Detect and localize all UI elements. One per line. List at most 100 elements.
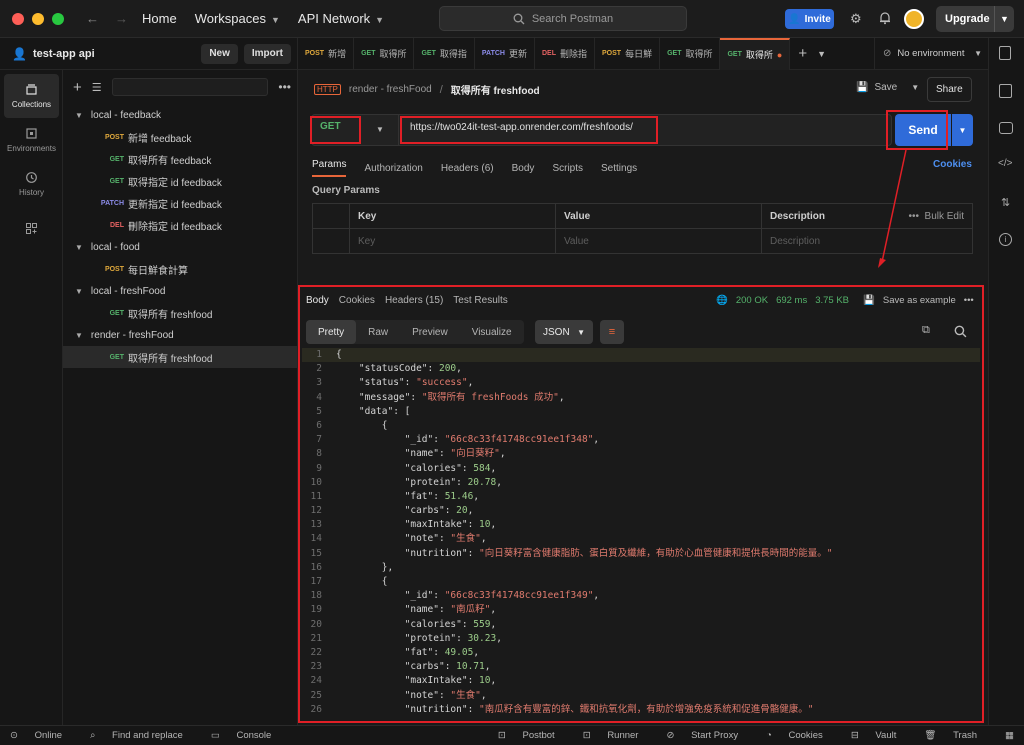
method-badge: GET xyxy=(109,309,124,317)
sidebar-filter-input[interactable] xyxy=(111,78,269,96)
code-token: , xyxy=(467,505,474,517)
new-tab-icon[interactable]: + xyxy=(798,45,807,62)
start-proxy-button[interactable]: ⊘ Start Proxy xyxy=(666,730,752,741)
filter-icon[interactable]: ☰ xyxy=(92,81,102,94)
sidebar-request[interactable]: DEL 刪除指定 id feedback xyxy=(63,214,297,236)
sidebar-request[interactable]: PATCH 更新指定 id feedback xyxy=(63,192,297,214)
tab-params[interactable]: Params xyxy=(312,159,347,177)
new-button[interactable]: New xyxy=(201,43,238,64)
trash-button[interactable]: 🗑 Trash xyxy=(924,730,991,741)
request-tab[interactable]: POST 新增 xyxy=(298,37,355,70)
param-value-input[interactable]: Value xyxy=(555,228,762,254)
send-options-chevron-icon[interactable]: ▼ xyxy=(952,114,973,146)
bulk-edit-link[interactable]: ••• Bulk Edit xyxy=(908,211,964,222)
request-tab[interactable]: GET 取得所 ● xyxy=(720,37,791,70)
request-tab[interactable]: POST 每日鮮 xyxy=(595,37,661,70)
sidebar-folder[interactable]: ▼ local - feedback xyxy=(63,104,297,126)
find-replace-button[interactable]: ⌕ Find and replace xyxy=(90,730,197,741)
sidebar-folder[interactable]: ▼ local - food xyxy=(63,236,297,258)
chevron-down-icon[interactable]: ▼ xyxy=(75,243,83,252)
maximize-window-button[interactable] xyxy=(52,12,64,25)
rail-environments[interactable]: Environments xyxy=(0,118,63,162)
import-button[interactable]: Import xyxy=(243,43,291,64)
request-tab[interactable]: GET 取得指 xyxy=(414,37,475,70)
postbot-button[interactable]: ⊡ Postbot xyxy=(498,730,569,741)
code-line: 3 "status": "success", xyxy=(302,376,980,390)
left-rail: Collections Environments History xyxy=(0,70,63,725)
tab-body[interactable]: Body xyxy=(512,163,535,174)
url-input[interactable]: https://two024it-test-app.onrender.com/f… xyxy=(410,122,633,133)
chevron-down-icon[interactable]: ▼ xyxy=(75,111,83,120)
request-tab[interactable]: DEL 刪除指 xyxy=(535,37,595,70)
sidebar-request[interactable]: GET 取得指定 id feedback xyxy=(63,170,297,192)
close-window-button[interactable] xyxy=(12,12,24,25)
sidebar-request[interactable]: GET 取得所有 feedback xyxy=(63,148,297,170)
rail-history[interactable]: History xyxy=(0,162,63,206)
upgrade-button[interactable]: Upgrade ▼ xyxy=(936,6,1014,32)
forward-arrow-icon[interactable]: → xyxy=(115,11,128,26)
settings-gear-icon[interactable]: ⚙ xyxy=(850,11,862,27)
sidebar-request[interactable]: POST 每日鮮食計算 xyxy=(63,258,297,280)
response-body[interactable]: 1{2 "statusCode": 200, 3 "status": "succe… xyxy=(302,348,980,720)
param-key-input[interactable]: Key xyxy=(349,228,556,254)
back-arrow-icon[interactable]: ← xyxy=(86,11,99,26)
cookies-button[interactable]: ◔ Cookies xyxy=(766,730,837,741)
chevron-down-icon[interactable]: ▼ xyxy=(75,287,83,296)
avatar[interactable] xyxy=(904,9,924,29)
sidebar-request[interactable]: GET 取得所有 freshfood xyxy=(63,302,297,324)
layout-toggle-icon[interactable]: ▦ xyxy=(1005,730,1014,741)
comments-icon[interactable] xyxy=(999,122,1013,134)
online-status[interactable]: ⊙ Online xyxy=(10,730,76,741)
request-title[interactable]: 取得所有 freshfood xyxy=(451,82,540,97)
workspaces-menu[interactable]: Workspaces ▼ xyxy=(195,11,280,26)
more-options-icon[interactable]: ••• xyxy=(278,80,291,94)
documentation-icon[interactable] xyxy=(999,84,1012,98)
send-button[interactable]: Send xyxy=(895,114,951,146)
request-tab[interactable]: GET 取得所 xyxy=(354,37,415,70)
tab-label: 取得所 xyxy=(745,50,773,60)
add-collection-icon[interactable]: + xyxy=(73,79,82,96)
request-tab[interactable]: GET 取得所 xyxy=(660,37,721,70)
console-button[interactable]: ▭ Console xyxy=(211,730,285,741)
code-snippet-icon[interactable]: </> xyxy=(998,158,1012,169)
sidebar-request[interactable]: GET 取得所有 freshfood xyxy=(63,346,297,368)
param-description-input[interactable]: Description xyxy=(761,228,973,254)
rail-more-apps[interactable] xyxy=(0,206,63,250)
info-icon[interactable]: i xyxy=(999,233,1012,246)
share-button[interactable]: Share xyxy=(927,77,972,102)
sidebar-request[interactable]: POST 新增 feedback xyxy=(63,126,297,148)
minimize-window-button[interactable] xyxy=(32,12,44,25)
sidebar-folder[interactable]: ▼ render - freshFood xyxy=(63,324,297,346)
tab-authorization[interactable]: Authorization xyxy=(364,163,422,174)
param-checkbox[interactable] xyxy=(312,228,350,254)
method-select[interactable]: GET xyxy=(320,121,341,132)
request-tab[interactable]: PATCH 更新 xyxy=(475,37,535,70)
code-token: : xyxy=(456,632,468,644)
sidebar-folder[interactable]: ▼ local - freshFood xyxy=(63,280,297,302)
notifications-bell-icon[interactable] xyxy=(878,11,892,25)
search-input[interactable]: Search Postman xyxy=(439,6,687,31)
chevron-down-icon[interactable]: ▼ xyxy=(817,49,826,59)
breadcrumb-parent[interactable]: render - freshFood xyxy=(349,84,432,95)
chevron-down-icon[interactable]: ▼ xyxy=(994,6,1014,32)
invite-button[interactable]: 👤 Invite xyxy=(785,9,834,29)
tab-settings[interactable]: Settings xyxy=(601,163,637,174)
tab-label: 每日鮮 xyxy=(625,49,653,59)
proxy-icon: ⊘ xyxy=(666,730,678,741)
api-network-menu[interactable]: API Network ▼ xyxy=(298,11,384,26)
cookies-link[interactable]: Cookies xyxy=(933,159,972,170)
home-link[interactable]: Home xyxy=(142,11,177,26)
rail-collections[interactable]: Collections xyxy=(4,74,59,118)
environment-selector[interactable]: ⊘ No environment ▼ xyxy=(874,37,988,70)
tab-scripts[interactable]: Scripts xyxy=(552,163,583,174)
save-button[interactable]: 💾 Save ▼ xyxy=(856,82,919,93)
chevron-down-icon[interactable]: ▼ xyxy=(376,125,384,134)
runner-button[interactable]: ⊡ Runner xyxy=(583,730,653,741)
tab-headers[interactable]: Headers (6) xyxy=(441,163,494,174)
chevron-down-icon[interactable]: ▼ xyxy=(75,331,83,340)
environment-quick-look-icon[interactable] xyxy=(999,46,1011,60)
related-collections-icon[interactable]: ⇅ xyxy=(1001,196,1010,209)
vault-button[interactable]: ⊟ Vault xyxy=(851,730,911,741)
